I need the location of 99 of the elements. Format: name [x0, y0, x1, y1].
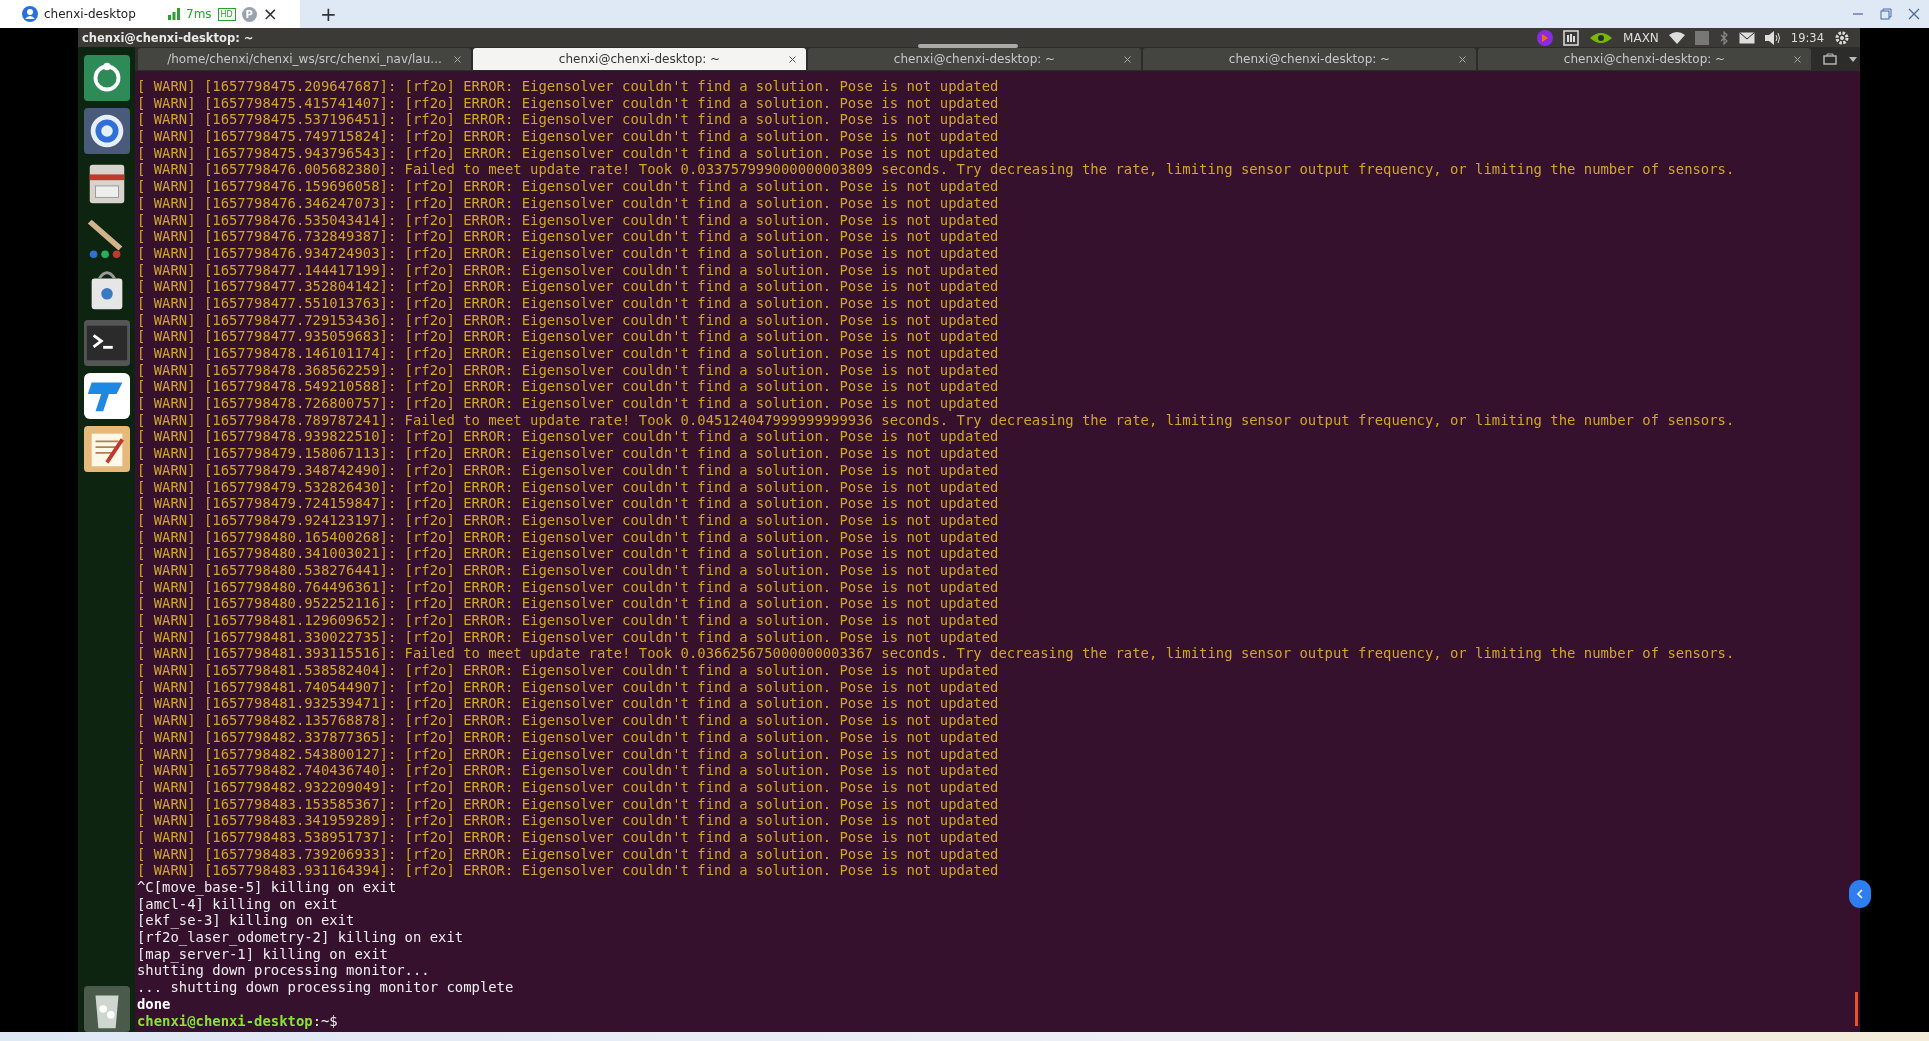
log-line: [ WARN] [1657798478.726800757]: [rf2o] ERROR: Eigensolver couldn't find a solution. Pose is not updated [137, 395, 999, 412]
log-line: [ WARN] [1657798478.549210588]: [rf2o] ERROR: Eigensolver couldn't find a solution. Pose is not updated [137, 378, 999, 396]
log-line: [ WARN] [1657798476.159696058]: [rf2o] ERROR: Eigensolver couldn't find a solution. Pose is not updated [137, 178, 999, 195]
log-line: [amcl-4] killing on exit [137, 895, 338, 913]
terminal-tab[interactable]: chenxi@chenxi-desktop: ~ [1478, 48, 1811, 70]
terminal-tab[interactable]: chenxi@chenxi-desktop: ~ [473, 48, 806, 70]
log-line: [ WARN] [1657798481.740544907]: [rf2o] ERROR: Eigensolver couldn't find a solution. Pose is not updated [137, 678, 999, 696]
dropdown-caret-icon[interactable] [1849, 56, 1857, 62]
log-line: [ WARN] [1657798479.158067113]: [rf2o] ERROR: Eigensolver couldn't find a solution. Pose is not updated [137, 445, 999, 462]
log-line: [ WARN] [1657798477.729153436]: [rf2o] ERROR: Eigensolver couldn't find a solution. Pose is not updated [137, 311, 999, 329]
close-tab-icon[interactable] [1459, 56, 1466, 63]
log-line: ^C[move_base-5] killing on exit [137, 879, 397, 896]
log-line: [ WARN] [1657798481.932539471]: [rf2o] ERROR: Eigensolver couldn't find a solution. Pose is not updated [137, 695, 999, 713]
log-line: [ WARN] [1657798476.732849387]: [rf2o] ERROR: Eigensolver couldn't find a solution. Pose is not updated [137, 228, 999, 245]
log-line: [ WARN] [1657798475.209647687]: [rf2o] ERROR: Eigensolver couldn't find a solution. Pose is not updated [137, 78, 999, 95]
drag-handle[interactable] [918, 44, 1018, 48]
log-line: [ WARN] [1657798482.740436740]: [rf2o] ERROR: Eigensolver couldn't find a solution. Pose is not updated [137, 762, 999, 779]
new-tab-button[interactable]: + [320, 4, 337, 24]
log-line: [ WARN] [1657798482.932209049]: [rf2o] ERROR: Eigensolver couldn't find a solution. Pose is not updated [137, 778, 999, 796]
log-line: ... shutting down processing monitor complete [137, 979, 514, 996]
log-line: [ WARN] [1657798478.789787241]: Failed to meet update rate! Took 0.045124047999999999936 seconds. Try decreasing the rate, limiting sensor output frequency, or limiting the number of sensors. [137, 411, 1735, 429]
settings-icon[interactable] [1834, 29, 1850, 46]
log-line: [ WARN] [1657798476.346247073]: [rf2o] ERROR: Eigensolver couldn't find a solution. Pose is not updated [137, 194, 999, 212]
log-line: [ WARN] [1657798478.939822510]: [rf2o] ERROR: Eigensolver couldn't find a solution. Pose is not updated [137, 428, 999, 446]
log-line: [ WARN] [1657798479.348742490]: [rf2o] ERROR: Eigensolver couldn't find a solution. Pose is not updated [137, 461, 999, 479]
log-line: shutting down processing monitor... [137, 962, 430, 980]
log-line: [ WARN] [1657798480.341003021]: [rf2o] ERROR: Eigensolver couldn't find a solution. Pose is not updated [137, 545, 999, 562]
prompt-user: chenxi@chenxi-desktop [137, 1012, 313, 1029]
log-line: [ekf_se-3] killing on exit [137, 912, 355, 930]
prompt-path: :~$ [312, 1012, 338, 1029]
terminal-tab[interactable]: chenxi@chenxi-desktop: ~ [808, 48, 1141, 70]
log-line: [ WARN] [1657798475.415741407]: [rf2o] ERROR: Eigensolver couldn't find a solution. Pose is not updated [137, 94, 999, 112]
power-mode-label[interactable]: MAXN [1623, 30, 1659, 45]
log-line: [ WARN] [1657798481.538582404]: [rf2o] ERROR: Eigensolver couldn't find a solution. Pose is not updated [137, 662, 999, 679]
restore-icon[interactable] [1880, 8, 1892, 20]
log-line: [ WARN] [1657798478.146101174]: [rf2o] ERROR: Eigensolver couldn't find a solution. Pose is not updated [137, 345, 999, 362]
log-line: [ WARN] [1657798482.543800127]: [rf2o] ERROR: Eigensolver couldn't find a solution. Pose is not updated [137, 745, 999, 763]
log-line: [ WARN] [1657798479.724159847]: [rf2o] ERROR: Eigensolver couldn't find a solution. Pose is not updated [137, 495, 999, 512]
log-line: [ WARN] [1657798479.532826430]: [rf2o] ERROR: Eigensolver couldn't find a solution. Pose is not updated [137, 478, 999, 496]
log-line: [ WARN] [1657798481.330022735]: [rf2o] ERROR: Eigensolver couldn't find a solution. Pose is not updated [137, 628, 999, 646]
log-line: [ WARN] [1657798480.764496361]: [rf2o] ERROR: Eigensolver couldn't find a solution. Pose is not updated [137, 578, 999, 596]
scroll-marker [1855, 992, 1858, 1026]
window-title: chenxi@chenxi-desktop: ~ [82, 30, 254, 45]
close-icon[interactable] [1908, 8, 1920, 20]
log-line: [ WARN] [1657798481.129609652]: [rf2o] ERROR: Eigensolver couldn't find a solution. Pose is not updated [137, 612, 999, 629]
log-line: [ WARN] [1657798482.135768878]: [rf2o] ERROR: Eigensolver couldn't find a solution. Pose is not updated [137, 712, 999, 729]
log-line: [ WARN] [1657798480.538276441]: [rf2o] ERROR: Eigensolver couldn't find a solution. Pose is not updated [137, 561, 999, 579]
close-tab-icon[interactable] [1794, 56, 1801, 63]
close-tab-icon[interactable] [1124, 56, 1131, 63]
log-line: [ WARN] [1657798483.341959289]: [rf2o] ERROR: Eigensolver couldn't find a solution. Pose is not updated [137, 812, 999, 829]
terminal-icon[interactable] [83, 320, 130, 366]
log-line: [ WARN] [1657798483.931164394]: [rf2o] ERROR: Eigensolver couldn't find a solution. Pose is not updated [137, 862, 999, 879]
new-terminal-icon[interactable] [1823, 53, 1837, 65]
collapse-button[interactable] [1849, 880, 1871, 908]
log-line: [ WARN] [1657798479.924123197]: [rf2o] ERROR: Eigensolver couldn't find a solution. Pose is not updated [137, 511, 999, 529]
log-line: [ WARN] [1657798477.144417199]: [rf2o] ERROR: Eigensolver couldn't find a solution. Pose is not updated [137, 261, 999, 279]
wifi-icon[interactable] [1668, 31, 1685, 44]
log-line: [rf2o_laser_odometry-2] killing on exit [137, 929, 464, 946]
hd-badge: HD [217, 7, 236, 21]
app-icon[interactable] [83, 373, 130, 419]
log-line: [ WARN] [1657798475.943796543]: [rf2o] ERROR: Eigensolver couldn't find a solution. Pose is not updated [137, 144, 999, 162]
log-line: [ WARN] [1657798477.352804142]: [rf2o] ERROR: Eigensolver couldn't find a solution. Pose is not updated [137, 278, 999, 295]
browser-tab[interactable]: chenxi-desktop 7ms HD P × [0, 0, 300, 28]
log-line: [ WARN] [1657798476.005682380]: Failed to meet update rate! Took 0.033757999000000003809 seconds. Try decreasing the rate, limiting sensor output frequency, or limiting the number of sensors. [137, 161, 1735, 179]
latency-text: 7ms [186, 7, 212, 21]
trash-icon[interactable] [83, 986, 130, 1032]
log-line: [ WARN] [1657798480.952252116]: [rf2o] ERROR: Eigensolver couldn't find a solution. Pose is not updated [137, 595, 999, 612]
notepad-icon[interactable] [83, 426, 130, 472]
log-line: [ WARN] [1657798476.934724903]: [rf2o] ERROR: Eigensolver couldn't find a solution. Pose is not updated [137, 244, 999, 262]
chevron-left-icon [1857, 889, 1863, 899]
log-line: [ WARN] [1657798475.749715824]: [rf2o] ERROR: Eigensolver couldn't find a solution. Pose is not updated [137, 128, 999, 145]
tab-title: chenxi-desktop [44, 7, 137, 21]
terminal-tab[interactable]: /home/chenxi/chenxi_ws/src/chenxi_nav/lau... [138, 48, 471, 70]
log-line: [ WARN] [1657798483.739206933]: [rf2o] ERROR: Eigensolver couldn't find a solution. Pose is not updated [137, 845, 999, 863]
log-line: [ WARN] [1657798483.538951737]: [rf2o] ERROR: Eigensolver couldn't find a solution. Pose is not updated [137, 828, 999, 846]
log-line: [ WARN] [1657798483.153585367]: [rf2o] ERROR: Eigensolver couldn't find a solution. Pose is not updated [137, 795, 999, 813]
log-line: [ WARN] [1657798478.368562259]: [rf2o] ERROR: Eigensolver couldn't find a solution. Pose is not updated [137, 361, 999, 379]
log-line: [ WARN] [1657798481.393115516]: Failed to meet update rate! Took 0.036625675000000003367 seconds. Try decreasing the rate, limiting sensor output frequency, or limiting the number of sensors. [137, 645, 1735, 663]
terminal-tab[interactable]: chenxi@chenxi-desktop: ~ [1143, 48, 1476, 70]
close-tab-button[interactable]: × [262, 5, 278, 23]
clock[interactable]: 19:34 [1790, 30, 1824, 45]
close-tab-icon[interactable] [454, 56, 461, 63]
volume-icon[interactable] [1764, 30, 1781, 45]
user-icon [22, 6, 38, 22]
log-line: done [137, 995, 171, 1013]
bluetooth-icon[interactable] [1718, 30, 1729, 45]
log-line: [ WARN] [1657798482.337877365]: [rf2o] ERROR: Eigensolver couldn't find a solution. Pose is not updated [137, 728, 999, 746]
monitor-icon[interactable] [1563, 29, 1580, 46]
log-line: [ WARN] [1657798477.935059683]: [rf2o] ERROR: Eigensolver couldn't find a solution. Pose is not updated [137, 328, 999, 345]
log-line: [ WARN] [1657798480.165400268]: [rf2o] ERROR: Eigensolver couldn't find a solution. Pose is not updated [137, 528, 999, 546]
signal-icon [168, 8, 180, 20]
mail-icon[interactable] [1738, 31, 1755, 44]
close-tab-icon[interactable] [789, 56, 796, 63]
log-line: [ WARN] [1657798477.551013763]: [rf2o] ERROR: Eigensolver couldn't find a solution. Pose is not updated [137, 294, 999, 312]
log-line: [map_server-1] killing on exit [137, 945, 388, 963]
browser-icon[interactable] [83, 108, 130, 154]
log-line: [ WARN] [1657798475.537196451]: [rf2o] ERROR: Eigensolver couldn't find a solution. Pose is not updated [137, 111, 999, 129]
log-line: [ WARN] [1657798476.535043414]: [rf2o] ERROR: Eigensolver couldn't find a solution. Pose is not updated [137, 211, 999, 229]
eye-logo-icon[interactable] [1589, 30, 1614, 45]
